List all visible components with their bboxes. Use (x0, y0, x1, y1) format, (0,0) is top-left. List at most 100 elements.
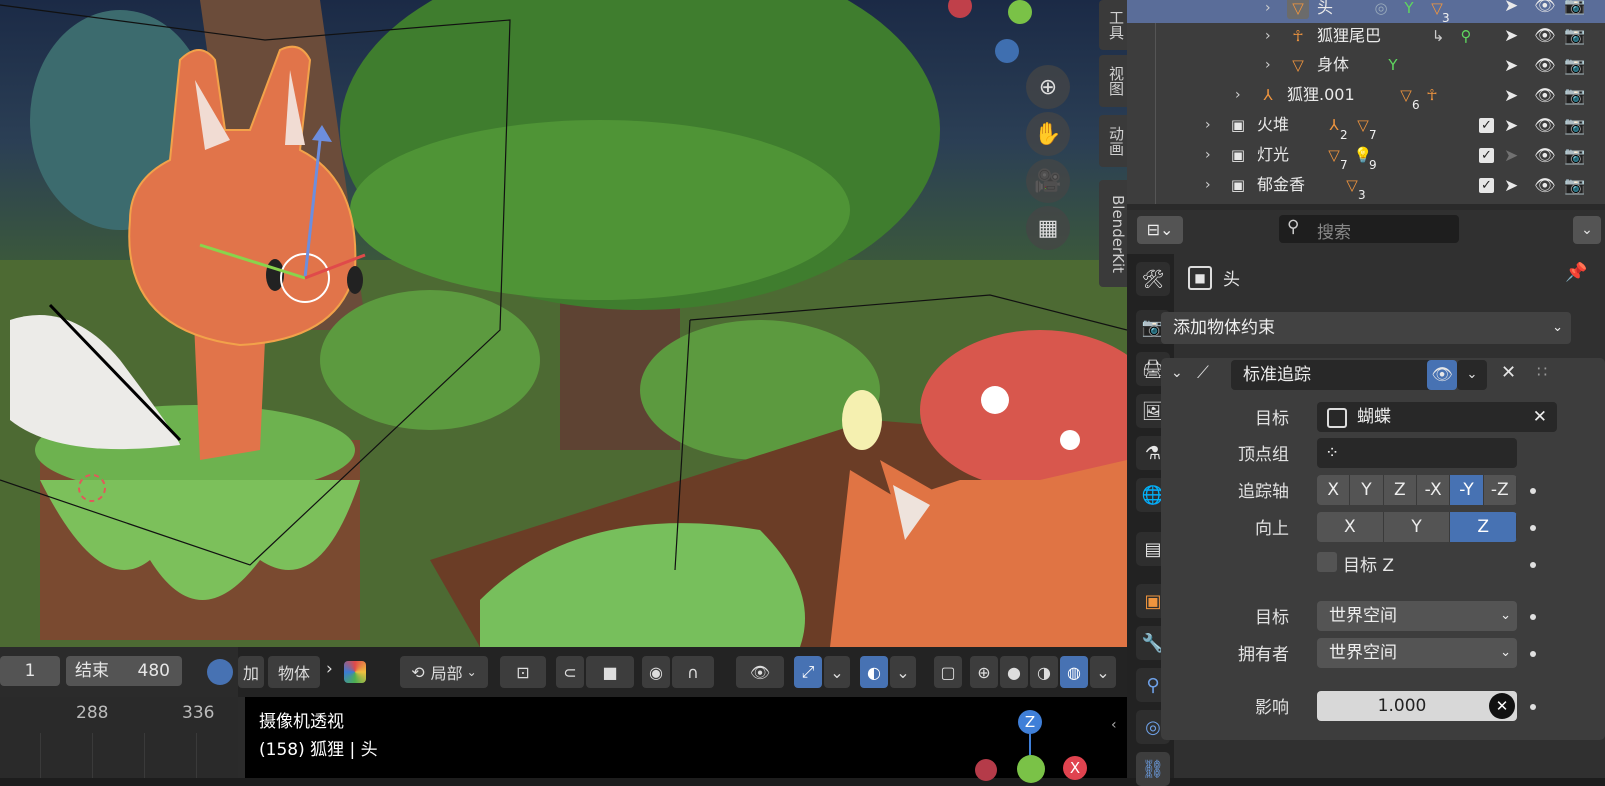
falloff-dropdown[interactable]: ∩ (672, 656, 714, 688)
proportional-edit-icon[interactable]: ◉ (642, 656, 670, 688)
rendered-shading-icon[interactable]: ◍ (1060, 656, 1088, 688)
overlay-dropdown[interactable]: ⌄ (890, 656, 916, 688)
frame-end-field[interactable]: 结束 480 (66, 656, 182, 686)
viewport-lower[interactable]: 摄像机透视 (158) 狐狸 | 头 Z X ‹ (245, 697, 1127, 783)
wireframe-shading-icon[interactable]: ⊕ (970, 656, 998, 688)
options-dropdown[interactable]: ⌄ (1573, 216, 1601, 244)
track-axis-selector[interactable]: X Y Z -X -Y -Z (1317, 475, 1517, 505)
target-space-dropdown[interactable]: 世界空间 ⌄ (1317, 601, 1517, 631)
close-icon[interactable]: ✕ (1501, 362, 1516, 383)
select-arrow-icon[interactable]: ➤ (1504, 0, 1518, 16)
camera-view-icon[interactable]: 🎥 (1026, 159, 1070, 203)
chevron-left-icon[interactable]: ‹ (1111, 717, 1125, 745)
exclude-checkbox[interactable]: ✓ (1479, 118, 1494, 133)
sidebar-tab-tool[interactable]: 工具 (1099, 0, 1127, 50)
chevron-right-icon[interactable]: › (1265, 21, 1271, 51)
solid-shading-icon[interactable]: ● (1000, 656, 1028, 688)
color-wheel-icon[interactable] (344, 661, 366, 683)
track-axis-z[interactable]: Z (1383, 475, 1417, 505)
target-object-field[interactable]: 蝴蝶 ✕ (1317, 402, 1557, 432)
drag-handle-icon[interactable]: ∷ (1537, 362, 1547, 381)
camera-render-icon[interactable]: 📷 (1564, 116, 1585, 136)
exclude-checkbox[interactable]: ✓ (1479, 148, 1494, 163)
track-axis-neg-x[interactable]: -X (1416, 475, 1451, 505)
add-menu[interactable]: 加 (238, 656, 264, 688)
eye-icon[interactable]: 👁 (1534, 86, 1556, 106)
track-axis-y[interactable]: Y (1350, 475, 1384, 505)
playback-sync-icon[interactable] (207, 659, 233, 685)
material-shading-icon[interactable]: ◑ (1030, 656, 1058, 688)
tool-tab-icon[interactable]: 🛠 (1136, 262, 1170, 296)
owner-space-dropdown[interactable]: 世界空间 ⌄ (1317, 638, 1517, 668)
search-input[interactable]: ⚲ 搜索 (1279, 215, 1459, 243)
visibility-dropdown[interactable]: 👁 (736, 656, 784, 688)
xray-toggle-icon[interactable]: ▢ (934, 656, 962, 688)
collapse-chevron-icon[interactable]: ⌄ (1171, 365, 1183, 381)
eye-icon[interactable]: 👁 (1534, 0, 1556, 16)
keyframe-dot[interactable] (1530, 704, 1536, 710)
sidebar-tab-view[interactable]: 视图 (1099, 55, 1127, 107)
select-arrow-icon[interactable]: ➤ (1504, 56, 1518, 76)
timeline-ruler[interactable]: 288 336 (0, 697, 238, 778)
vertex-group-field[interactable]: ⁘ (1317, 438, 1517, 468)
select-arrow-icon[interactable]: ➤ (1504, 146, 1518, 166)
track-axis-neg-y[interactable]: -Y (1450, 475, 1484, 505)
select-arrow-icon[interactable]: ➤ (1504, 116, 1518, 136)
keyframe-dot[interactable] (1530, 651, 1536, 657)
eye-icon[interactable]: 👁 (1534, 116, 1556, 136)
camera-render-icon[interactable]: 📷 (1564, 86, 1585, 106)
eye-icon[interactable]: 👁 (1534, 146, 1556, 166)
exclude-checkbox[interactable]: ✓ (1479, 178, 1494, 193)
gizmo-y-axis[interactable] (1017, 755, 1045, 783)
pivot-point-dropdown[interactable]: ⊡ (500, 656, 546, 688)
gizmo-x-axis[interactable]: X (1063, 756, 1087, 780)
object-menu[interactable]: 物体 (268, 656, 320, 688)
grid-view-icon[interactable]: ▦ (1026, 206, 1070, 250)
gizmo-toggle-icon[interactable]: ⤢ (794, 656, 822, 688)
chevron-right-icon[interactable]: › (1235, 80, 1241, 110)
camera-render-icon[interactable]: 📷 (1564, 146, 1585, 166)
disable-keep-transform-icon[interactable]: ✕ (1489, 693, 1515, 719)
target-z-checkbox[interactable] (1317, 552, 1337, 572)
chevron-right-icon[interactable]: › (1205, 110, 1211, 140)
track-axis-x[interactable]: X (1317, 475, 1351, 505)
select-arrow-icon[interactable]: ➤ (1504, 86, 1518, 106)
keyframe-dot[interactable] (1530, 614, 1536, 620)
constraint-tab-icon[interactable]: ⛓ (1136, 752, 1170, 786)
region-toggle-left[interactable] (238, 697, 245, 778)
up-axis-z[interactable]: Z (1450, 512, 1517, 542)
snap-toggle-icon[interactable]: ⊂ (556, 656, 584, 688)
pin-icon[interactable]: 📌 (1565, 262, 1587, 283)
track-axis-neg-z[interactable]: -Z (1483, 475, 1517, 505)
snap-target-dropdown[interactable]: ■ (586, 656, 634, 688)
3d-viewport[interactable]: ⊕ ✋ 🎥 ▦ 工具 视图 动画 BlenderKit (0, 0, 1127, 647)
eye-icon[interactable]: 👁 (1534, 176, 1556, 196)
sidebar-tab-blenderkit[interactable]: BlenderKit (1099, 180, 1127, 287)
zoom-icon[interactable]: ⊕ (1026, 65, 1070, 109)
camera-render-icon[interactable]: 📷 (1564, 176, 1585, 196)
select-arrow-icon[interactable]: ➤ (1504, 176, 1518, 196)
eye-icon[interactable]: 👁 (1534, 56, 1556, 76)
up-axis-selector[interactable]: X Y Z (1317, 512, 1517, 542)
eye-icon[interactable]: 👁 (1534, 26, 1556, 46)
keyframe-dot[interactable] (1530, 488, 1536, 494)
camera-render-icon[interactable]: 📷 (1564, 56, 1585, 76)
camera-render-icon[interactable]: 📷 (1564, 26, 1585, 46)
frame-start-field[interactable]: 1 (0, 656, 60, 686)
chevron-right-icon[interactable]: › (1205, 140, 1211, 170)
chevron-right-icon[interactable]: › (1265, 50, 1271, 80)
constraint-name-field[interactable]: 标准追踪 (1231, 360, 1439, 390)
add-constraint-dropdown[interactable]: 添加物体约束 ⌄ (1161, 312, 1571, 344)
sidebar-tab-animation[interactable]: 动画 (1099, 115, 1127, 167)
gizmo-z-axis[interactable]: Z (1018, 710, 1042, 734)
overlay-toggle-icon[interactable]: ◐ (860, 656, 888, 688)
transform-orientation-dropdown[interactable]: ⟲ 局部 ⌄ (400, 656, 488, 688)
clear-x-icon[interactable]: ✕ (1533, 402, 1547, 432)
gizmo-dropdown[interactable]: ⌄ (824, 656, 850, 688)
keyframe-dot[interactable] (1530, 562, 1536, 568)
chevron-right-icon[interactable]: › (1265, 0, 1271, 23)
camera-render-icon[interactable]: 📷 (1564, 0, 1585, 16)
chevron-right-icon[interactable]: › (1205, 170, 1211, 200)
select-arrow-icon[interactable]: ➤ (1504, 26, 1518, 46)
eye-toggle-icon[interactable]: 👁 (1427, 360, 1457, 390)
